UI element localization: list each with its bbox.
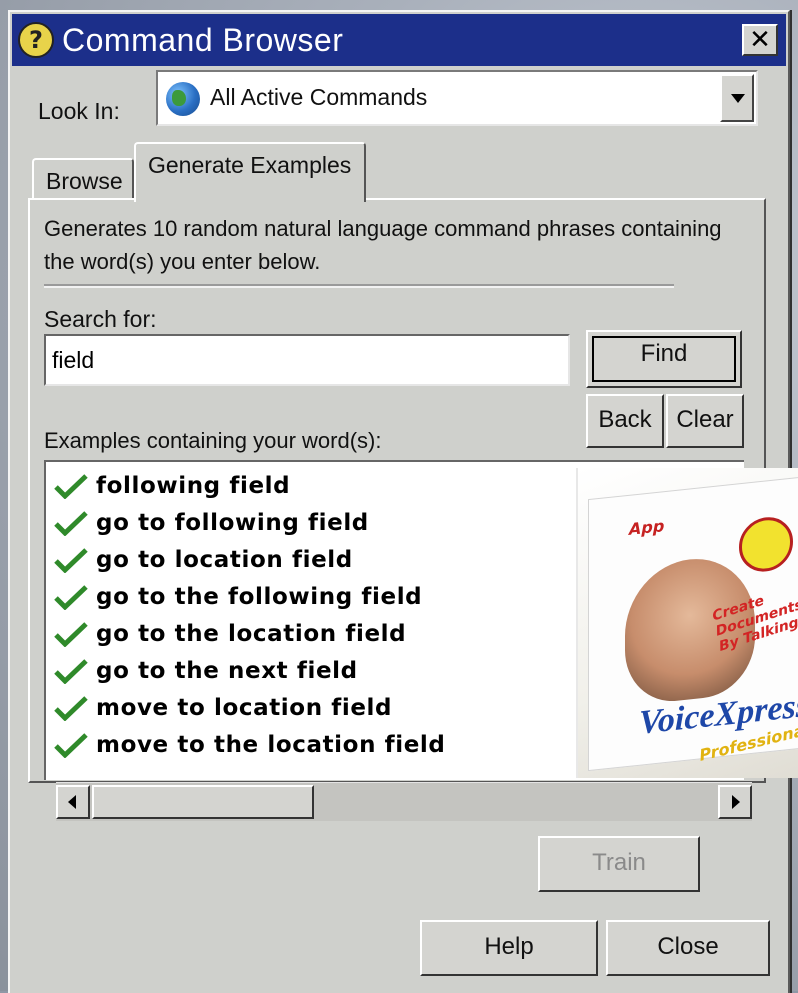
search-label: Search for: bbox=[44, 306, 157, 332]
description-text: Generates 10 random natural language com… bbox=[44, 216, 722, 274]
voicexpress-product-box: App Create Documents By Talking! VoiceXp… bbox=[576, 468, 798, 778]
list-item[interactable]: go to the following field bbox=[54, 579, 422, 615]
tab-generate-examples[interactable]: Generate Examples bbox=[134, 142, 366, 202]
product-badge bbox=[739, 514, 793, 575]
product-logo: App bbox=[629, 516, 665, 539]
checkmark-icon bbox=[54, 733, 88, 758]
product-box-face: App Create Documents By Talking! VoiceXp… bbox=[588, 476, 798, 772]
close-button[interactable]: Close bbox=[606, 920, 770, 976]
back-button[interactable]: Back bbox=[586, 394, 664, 448]
close-icon[interactable]: ✕ bbox=[742, 24, 778, 56]
checkmark-icon bbox=[54, 585, 88, 610]
examples-label: Examples containing your word(s): bbox=[44, 428, 382, 453]
list-item[interactable]: following field bbox=[54, 468, 290, 504]
list-item-text: following field bbox=[96, 473, 291, 499]
scroll-left-icon[interactable] bbox=[56, 785, 90, 819]
list-item-text: go to following field bbox=[96, 510, 369, 536]
search-input[interactable] bbox=[44, 334, 570, 386]
list-item-text: move to location field bbox=[96, 695, 393, 721]
chevron-down-icon[interactable] bbox=[720, 74, 754, 122]
list-item[interactable]: go to the location field bbox=[54, 616, 406, 652]
title-bar[interactable]: ? Command Browser ✕ bbox=[12, 14, 786, 66]
list-item-text: go to location field bbox=[96, 547, 353, 573]
list-item-text: go to the next field bbox=[96, 658, 358, 684]
list-item[interactable]: go to following field bbox=[54, 505, 369, 541]
list-item[interactable]: move to the location field bbox=[54, 727, 445, 763]
checkmark-icon bbox=[54, 548, 88, 573]
checkmark-icon bbox=[54, 511, 88, 536]
tab-browse[interactable]: Browse bbox=[32, 158, 134, 200]
clear-button[interactable]: Clear bbox=[666, 394, 744, 448]
list-item-text: go to the location field bbox=[96, 621, 407, 647]
train-button[interactable]: Train bbox=[538, 836, 700, 892]
look-in-label: Look In: bbox=[38, 98, 120, 124]
globe-icon bbox=[166, 82, 200, 116]
help-button[interactable]: Help bbox=[420, 920, 598, 976]
list-item[interactable]: go to location field bbox=[54, 542, 353, 578]
find-button[interactable]: Find bbox=[586, 330, 742, 388]
look-in-value: All Active Commands bbox=[210, 84, 428, 110]
scroll-right-icon[interactable] bbox=[718, 785, 752, 819]
checkmark-icon bbox=[54, 696, 88, 721]
divider bbox=[44, 284, 674, 288]
list-item[interactable]: go to the next field bbox=[54, 653, 358, 689]
checkmark-icon bbox=[54, 659, 88, 684]
list-item-text: move to the location field bbox=[96, 732, 446, 758]
horizontal-scrollbar[interactable] bbox=[56, 782, 752, 821]
scroll-thumb[interactable] bbox=[92, 785, 314, 819]
help-question-icon: ? bbox=[18, 22, 54, 58]
checkmark-icon bbox=[54, 622, 88, 647]
look-in-dropdown[interactable]: All Active Commands bbox=[156, 70, 758, 126]
list-item-text: go to the following field bbox=[96, 584, 423, 610]
checkmark-icon bbox=[54, 474, 88, 499]
window-title: Command Browser bbox=[62, 22, 344, 58]
list-item[interactable]: move to location field bbox=[54, 690, 392, 726]
